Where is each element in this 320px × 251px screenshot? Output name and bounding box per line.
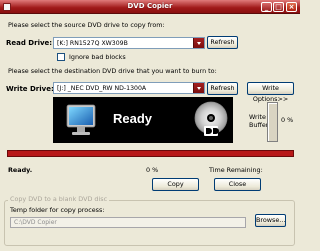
ignore-bad-blocks-checkbox[interactable] (57, 53, 65, 61)
close-window-button[interactable]: × (286, 2, 297, 12)
browse-button[interactable]: Browse... (255, 214, 286, 227)
status-text: Ready (113, 111, 153, 126)
title-bar: DVD Copier _ □ × (0, 0, 300, 14)
dvd-disc-icon (194, 101, 228, 136)
write-buffer-meter (267, 102, 278, 142)
temp-folder-input[interactable]: C:\DVD Copier (10, 217, 246, 228)
write-options-button[interactable]: Write Options>> (247, 82, 294, 103)
time-remaining-label: Time Remaining: (209, 166, 263, 174)
read-drive-label: Read Drive: (6, 39, 53, 47)
progress-percent: 0 % (146, 166, 159, 174)
status-label: Ready. (8, 166, 33, 174)
maximize-button[interactable]: □ (273, 2, 284, 12)
copy-button[interactable]: Copy (152, 178, 199, 191)
read-drive-select[interactable]: [K:] RN1527Q XW309B (53, 37, 205, 49)
write-buffer-label-line2: Buffer (249, 121, 269, 129)
destination-instruction: Please select the destination DVD drive … (8, 67, 217, 75)
write-refresh-button[interactable]: Refresh (207, 82, 238, 95)
temp-folder-label: Temp folder for copy process: (10, 206, 105, 214)
write-buffer-label-line1: Write (249, 113, 266, 121)
copy-progress-bar (7, 150, 294, 157)
read-drive-value: [K:] RN1527Q XW309B (57, 40, 128, 47)
window-title: DVD Copier (127, 2, 173, 10)
write-drive-value: [J:] _NEC DVD_RW ND-1300A (57, 85, 147, 92)
write-drive-select[interactable]: [J:] _NEC DVD_RW ND-1300A (53, 82, 205, 94)
close-button[interactable]: Close (214, 178, 261, 191)
chevron-down-icon[interactable] (193, 38, 204, 48)
minimize-button[interactable]: _ (261, 2, 272, 12)
temp-folder-value: C:\DVD Copier (14, 219, 57, 226)
blank-disc-group-title: Copy DVD to a blank DVD disc (8, 195, 110, 203)
write-drive-label: Write Drive: (6, 85, 54, 93)
chevron-down-icon[interactable] (193, 83, 204, 93)
monitor-icon (66, 104, 96, 135)
write-buffer-percent: 0 % (281, 116, 294, 124)
status-banner: Ready (53, 97, 233, 143)
ignore-bad-blocks-label: Ignore bad blocks (69, 53, 126, 61)
write-buffer-label: Write Buffer (249, 113, 268, 129)
read-refresh-button[interactable]: Refresh (207, 36, 238, 49)
source-instruction: Please select the source DVD drive to co… (8, 21, 165, 29)
